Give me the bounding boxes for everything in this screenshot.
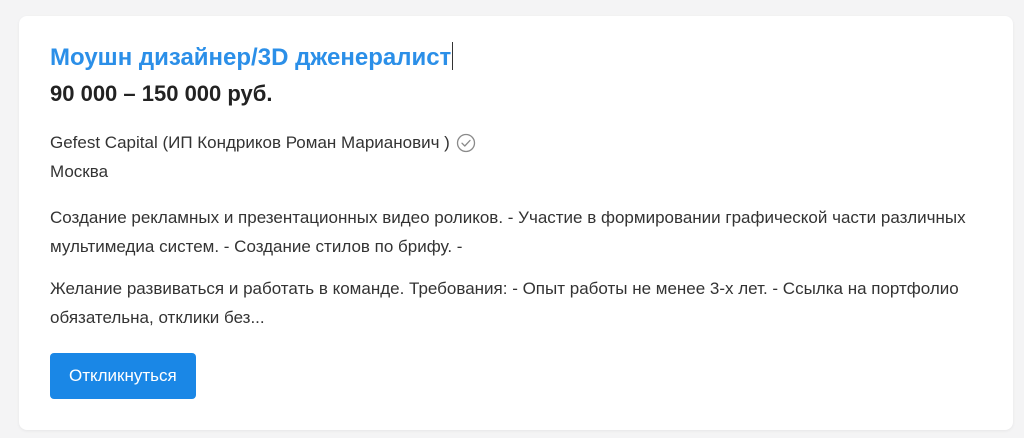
check-circle-icon [456,133,476,153]
company-link[interactable]: Gefest Capital (ИП Кондриков Роман Мариа… [50,131,450,155]
requirements-snippet: Желание развиваться и работать в команде… [50,279,959,327]
salary: 90 000 – 150 000 руб. [50,81,273,106]
vacancy-title: Моушн дизайнер/3D дженералист [50,44,452,71]
city: Москва [50,162,109,181]
text-caret [452,42,454,70]
apply-button[interactable]: Откликнуться [50,353,196,399]
vacancy-card: Моушн дизайнер/3D дженералист 90 000 – 1… [19,16,1013,430]
company-row: Gefest Capital (ИП Кондриков Роман Мариа… [50,131,476,155]
vacancy-title-link[interactable]: Моушн дизайнер/3D дженералист [50,42,454,74]
responsibilities-snippet: Создание рекламных и презентационных вид… [50,208,966,256]
